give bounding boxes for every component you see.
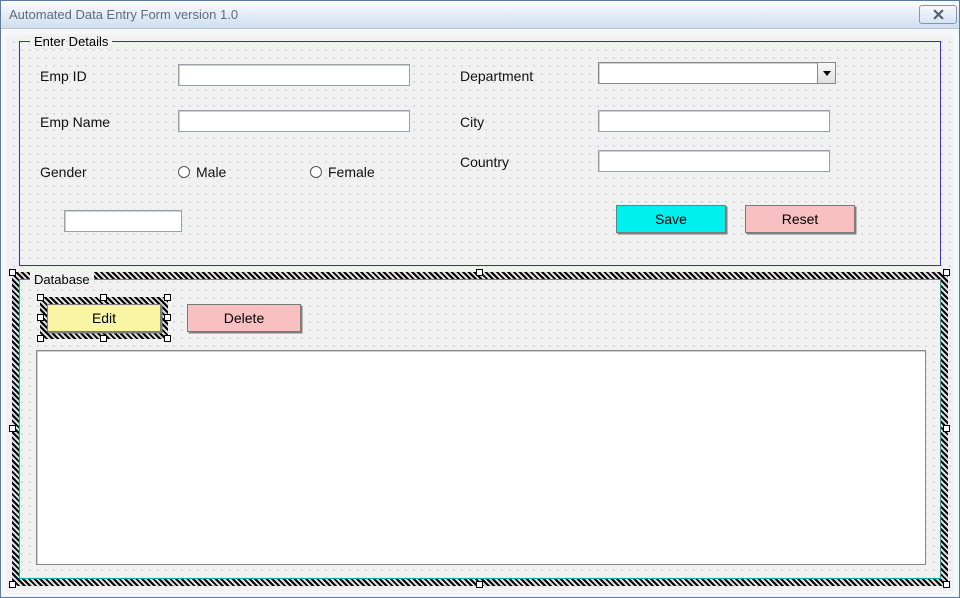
dropdown-arrow-icon bbox=[817, 63, 835, 83]
reset-button-label: Reset bbox=[782, 211, 819, 227]
department-label: Department bbox=[460, 68, 533, 84]
department-combobox[interactable] bbox=[598, 62, 836, 84]
database-legend: Database bbox=[30, 272, 94, 287]
radio-dot-icon bbox=[310, 166, 322, 178]
reset-button[interactable]: Reset bbox=[745, 205, 855, 233]
enter-details-frame: Enter Details Emp ID Emp Name Gender Mal… bbox=[19, 41, 941, 266]
window-title: Automated Data Entry Form version 1.0 bbox=[9, 7, 238, 22]
gender-male-label: Male bbox=[196, 164, 226, 180]
edit-button-label: Edit bbox=[92, 310, 116, 326]
save-button[interactable]: Save bbox=[616, 205, 726, 233]
country-input[interactable] bbox=[598, 150, 830, 172]
edit-button[interactable]: Edit bbox=[47, 304, 161, 332]
save-button-label: Save bbox=[655, 211, 687, 227]
close-button[interactable] bbox=[919, 5, 957, 24]
emp-name-input[interactable] bbox=[178, 110, 410, 132]
designer-surface: Enter Details Emp ID Emp Name Gender Mal… bbox=[7, 35, 953, 591]
emp-id-label: Emp ID bbox=[40, 68, 87, 84]
delete-button[interactable]: Delete bbox=[187, 304, 301, 332]
delete-button-label: Delete bbox=[224, 310, 264, 326]
titlebar: Automated Data Entry Form version 1.0 bbox=[1, 1, 959, 29]
gender-label: Gender bbox=[40, 164, 87, 180]
window-root: Automated Data Entry Form version 1.0 En… bbox=[0, 0, 960, 598]
enter-details-legend: Enter Details bbox=[30, 34, 112, 49]
gender-female-radio[interactable]: Female bbox=[310, 164, 375, 180]
extra-input[interactable] bbox=[64, 210, 182, 232]
gender-female-label: Female bbox=[328, 164, 375, 180]
gender-male-radio[interactable]: Male bbox=[178, 164, 226, 180]
database-frame: Database Edit Delete bbox=[19, 279, 941, 579]
country-label: Country bbox=[460, 154, 509, 170]
emp-id-input[interactable] bbox=[178, 64, 410, 86]
city-input[interactable] bbox=[598, 110, 830, 132]
radio-dot-icon bbox=[178, 166, 190, 178]
emp-name-label: Emp Name bbox=[40, 114, 110, 130]
city-label: City bbox=[460, 114, 484, 130]
close-icon bbox=[933, 9, 944, 20]
database-listbox[interactable] bbox=[36, 350, 926, 565]
